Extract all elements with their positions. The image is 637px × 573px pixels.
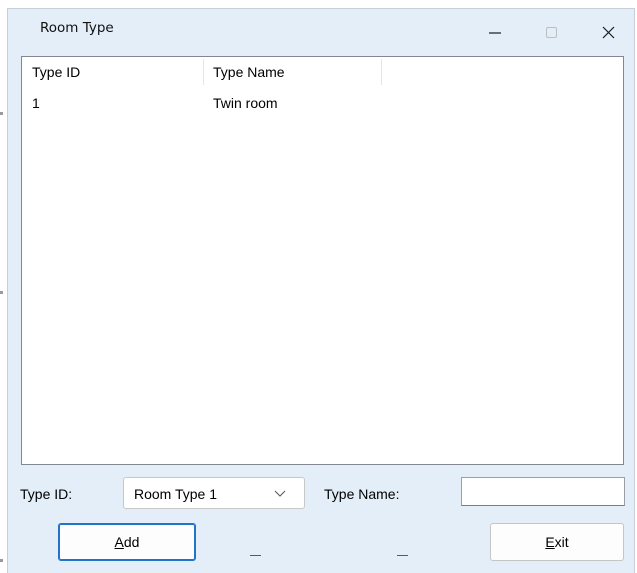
add-mnemonic: A xyxy=(114,534,124,550)
minimize-icon xyxy=(489,32,501,34)
close-button[interactable] xyxy=(585,9,631,49)
hidden-control-marker xyxy=(250,555,261,556)
close-icon xyxy=(602,26,615,39)
edge-artifact xyxy=(0,291,3,294)
list-item[interactable]: 1 Twin room xyxy=(22,92,623,114)
chevron-down-icon xyxy=(274,490,286,497)
column-separator[interactable] xyxy=(381,59,382,85)
room-type-list[interactable]: Type ID Type Name 1 Twin room xyxy=(21,56,624,465)
maximize-button[interactable] xyxy=(528,9,574,49)
type-id-combobox[interactable]: Room Type 1 xyxy=(123,477,305,509)
exit-button[interactable]: Exit xyxy=(490,523,624,561)
type-id-selected-value: Room Type 1 xyxy=(134,486,218,502)
type-name-input[interactable] xyxy=(461,477,625,506)
hidden-control-marker xyxy=(397,555,408,556)
type-id-label: Type ID: xyxy=(20,486,73,502)
title-bar[interactable]: Room Type xyxy=(8,9,634,51)
add-label-rest: dd xyxy=(123,534,140,550)
maximize-icon xyxy=(546,27,557,38)
edge-artifact xyxy=(0,559,3,562)
add-button[interactable]: Add xyxy=(58,523,196,561)
column-header-blank[interactable] xyxy=(381,57,624,87)
room-type-window: Room Type Type ID Type Name 1 Twin room … xyxy=(7,8,635,573)
list-header: Type ID Type Name xyxy=(22,57,623,87)
minimize-button[interactable] xyxy=(472,9,518,49)
exit-label-rest: xit xyxy=(554,534,569,550)
cell-type-id: 1 xyxy=(32,95,40,111)
column-header-type-id[interactable]: Type ID xyxy=(22,57,203,87)
column-separator[interactable] xyxy=(203,59,204,85)
column-header-type-name[interactable]: Type Name xyxy=(203,57,381,87)
edge-artifact xyxy=(0,112,3,115)
window-title: Room Type xyxy=(40,20,114,36)
cell-type-name: Twin room xyxy=(213,95,278,111)
exit-mnemonic: E xyxy=(545,534,555,550)
type-name-label: Type Name: xyxy=(324,486,400,502)
